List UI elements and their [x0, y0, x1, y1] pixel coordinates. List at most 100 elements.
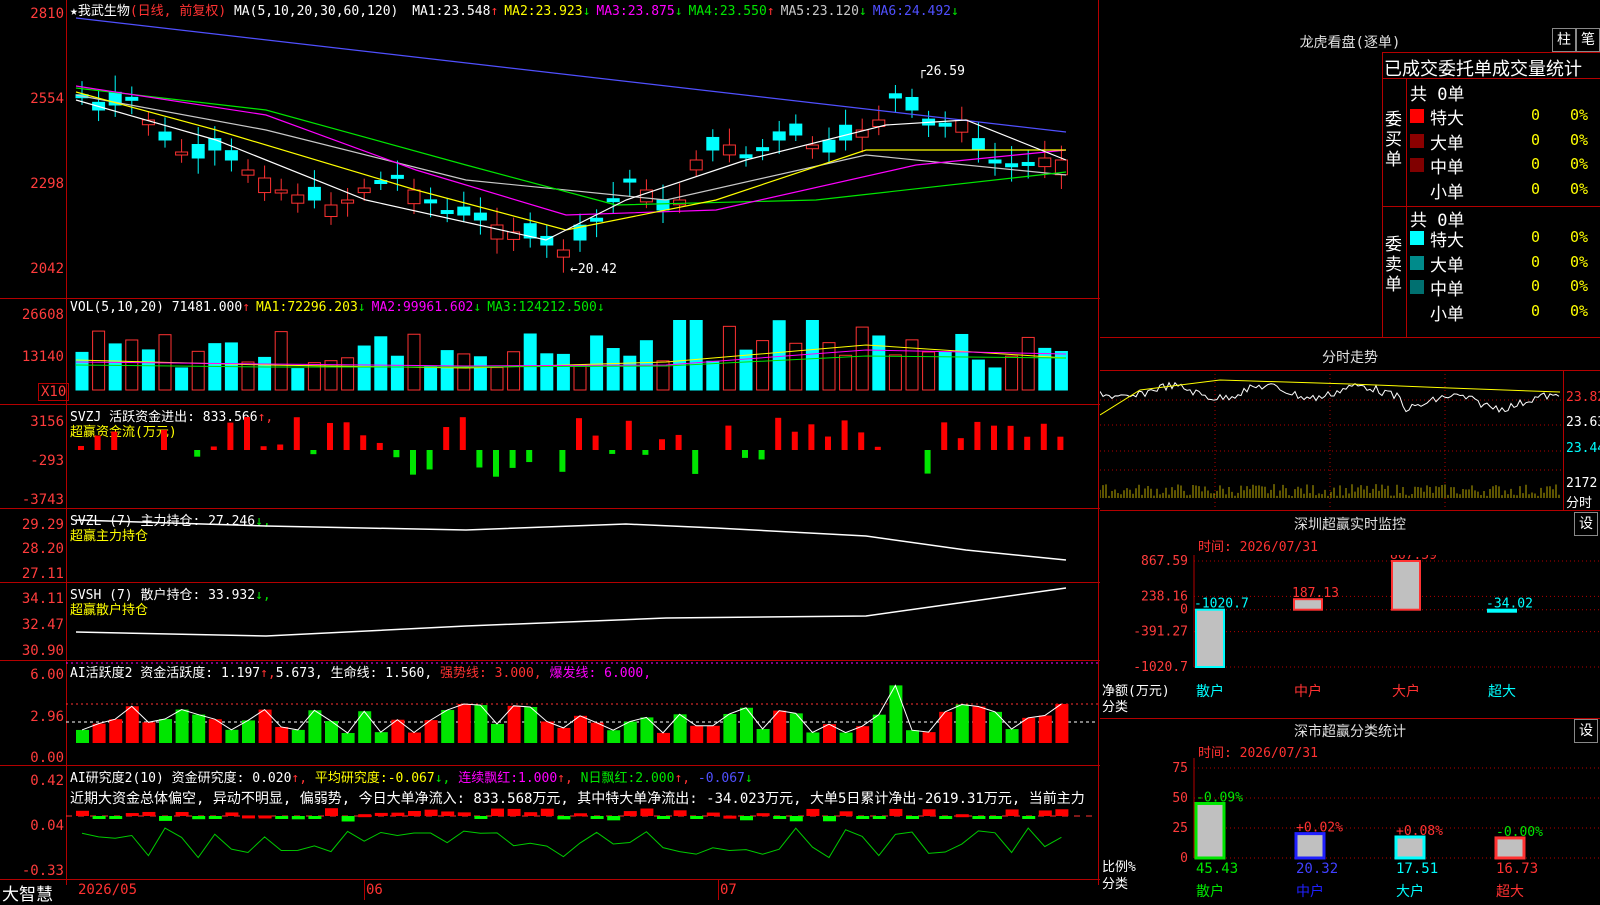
right-panel: 龙虎看盘(逐单) 柱 笔 已成交委托单成交量统计 委买单 共 0单 特大 0 0% 大…: [1100, 0, 1600, 900]
activity-bar: [524, 706, 538, 743]
tick-mode-button[interactable]: 笔: [1576, 28, 1600, 52]
intraday-y-tick: 23.82: [1566, 390, 1600, 405]
ai-research-summary: 近期大资金总体偏空, 异动不明显, 偏弱势, 今日大单净流入: 833.568万…: [70, 791, 1085, 807]
sell-row-label: 特大: [1430, 231, 1464, 251]
intraday-unit: 分时: [1566, 496, 1593, 511]
main-force-position-chart[interactable]: [66, 508, 1098, 582]
research-bar: [457, 812, 471, 816]
buy-row-label: 大单: [1430, 133, 1464, 154]
intraday-chart[interactable]: [1100, 370, 1563, 510]
flow-bar: [775, 417, 782, 450]
candle-body: [623, 178, 637, 183]
main-y-tick: 2554: [30, 91, 64, 107]
buy-row-pct: 0%: [1569, 155, 1588, 173]
activity-bar: [457, 704, 471, 743]
classify-category: 中户: [1296, 883, 1324, 900]
activity-bar: [1022, 717, 1036, 743]
flow-bar: [874, 446, 881, 450]
monitor-settings-button[interactable]: 设: [1574, 512, 1598, 536]
classify-y-tick: 25: [1172, 821, 1188, 836]
classify-settings-button[interactable]: 设: [1574, 719, 1598, 743]
flow-bar: [459, 417, 466, 450]
candle-body: [1005, 163, 1019, 168]
ai-research-chart[interactable]: [66, 808, 1098, 878]
ai1-y-tick: 2.96: [30, 709, 64, 725]
classify-category: 大户: [1396, 883, 1424, 900]
classify-change-label: -0.00%: [1496, 825, 1543, 840]
flow-bar: [808, 424, 815, 450]
retail-position-chart[interactable]: [66, 582, 1098, 660]
monitor-y-tick: -391.27: [1133, 625, 1188, 640]
flow-bar: [592, 435, 599, 450]
flow-bar: [161, 429, 167, 450]
svsh-y-tick: 32.47: [21, 617, 64, 633]
ai-activity-chart[interactable]: [66, 660, 1098, 765]
research-bar: [939, 816, 953, 819]
volume-bar: [922, 351, 936, 391]
svzl-y-tick: 27.11: [21, 566, 64, 582]
fund-flow-chart[interactable]: [66, 404, 1098, 508]
buy-color-square: [1410, 109, 1424, 123]
research-bar: [208, 816, 222, 819]
candle-body: [805, 144, 819, 150]
intraday-title: 分时走势: [1322, 350, 1378, 366]
volume-chart[interactable]: [66, 320, 1098, 404]
monitor-ylabel2: 分类: [1102, 700, 1129, 715]
volume-bar: [258, 356, 272, 391]
activity-bar: [1038, 715, 1052, 743]
activity-bar: [341, 732, 355, 743]
volume-bar: [590, 335, 604, 391]
activity-bar: [275, 726, 289, 743]
candle-body: [822, 139, 836, 153]
flow-bar: [210, 446, 217, 450]
activity-bar: [291, 729, 305, 743]
bar-mode-button[interactable]: 柱: [1552, 28, 1576, 52]
brand-logo: 大智慧: [2, 885, 53, 905]
ai2-y-tick: 0.04: [30, 818, 64, 834]
candlestick-chart[interactable]: [66, 0, 1098, 298]
candle-body: [324, 204, 338, 218]
classify-bar-chart[interactable]: 75 50 25 0 -0.09% 45.43 散户 +0.02% 20.32 中户 +0.08% 1…: [1100, 758, 1600, 900]
flow-bar: [277, 444, 284, 450]
date-tick: 07: [720, 882, 737, 898]
price-line: [1100, 381, 1560, 413]
candle-body: [158, 131, 172, 141]
classify-bar: [1294, 832, 1326, 860]
research-bar: [955, 814, 969, 818]
vol-y-tick: 13140: [21, 349, 64, 365]
lhb-title: 龙虎看盘(逐单): [1299, 35, 1401, 51]
position-line: [75, 519, 1067, 561]
volume-bar: [623, 355, 637, 391]
activity-bar: [142, 722, 156, 743]
ai2-y-tick: -0.33: [21, 863, 64, 879]
research-bar: [192, 816, 206, 820]
volume-bar: [291, 368, 305, 391]
research-bar: [308, 816, 322, 819]
flow-bar: [1007, 425, 1014, 450]
research-bar: [291, 816, 305, 820]
research-bar: [756, 813, 770, 817]
vol-title: VOL(5,10,20) 71481.000↑ MA1:72296.203↓ MA2…: [70, 300, 605, 315]
flow-bar: [576, 418, 582, 450]
candle-body: [407, 189, 421, 205]
flow-bar: [526, 450, 533, 463]
monitor-bar-chart[interactable]: 867.59238.160-391.27-1020.7-1020.7散户187.…: [1100, 555, 1600, 705]
flow-bar: [376, 442, 383, 450]
research-bar: [474, 816, 488, 819]
flow-bar: [675, 434, 682, 450]
research-bar: [142, 811, 156, 816]
classify-change-label: -0.09%: [1196, 790, 1243, 805]
date-tick: 2026/05: [78, 882, 138, 898]
monitor-category: 散户: [1196, 683, 1224, 700]
activity-bar: [507, 705, 521, 743]
svzj-y-tick: 3156: [30, 414, 64, 430]
sell-row-count: 0: [1530, 277, 1540, 295]
candle-body: [241, 169, 255, 176]
research-bar: [76, 810, 89, 816]
research-bar: [706, 812, 720, 816]
volume-bar: [191, 350, 205, 391]
flow-bar: [78, 445, 84, 450]
research-bar: [175, 812, 189, 816]
main-chart-panel[interactable]: ★我武生物(日线, 前复权) MA(5,10,20,30,60,120) MA1…: [0, 0, 1100, 905]
sell-color-square: [1410, 231, 1424, 245]
